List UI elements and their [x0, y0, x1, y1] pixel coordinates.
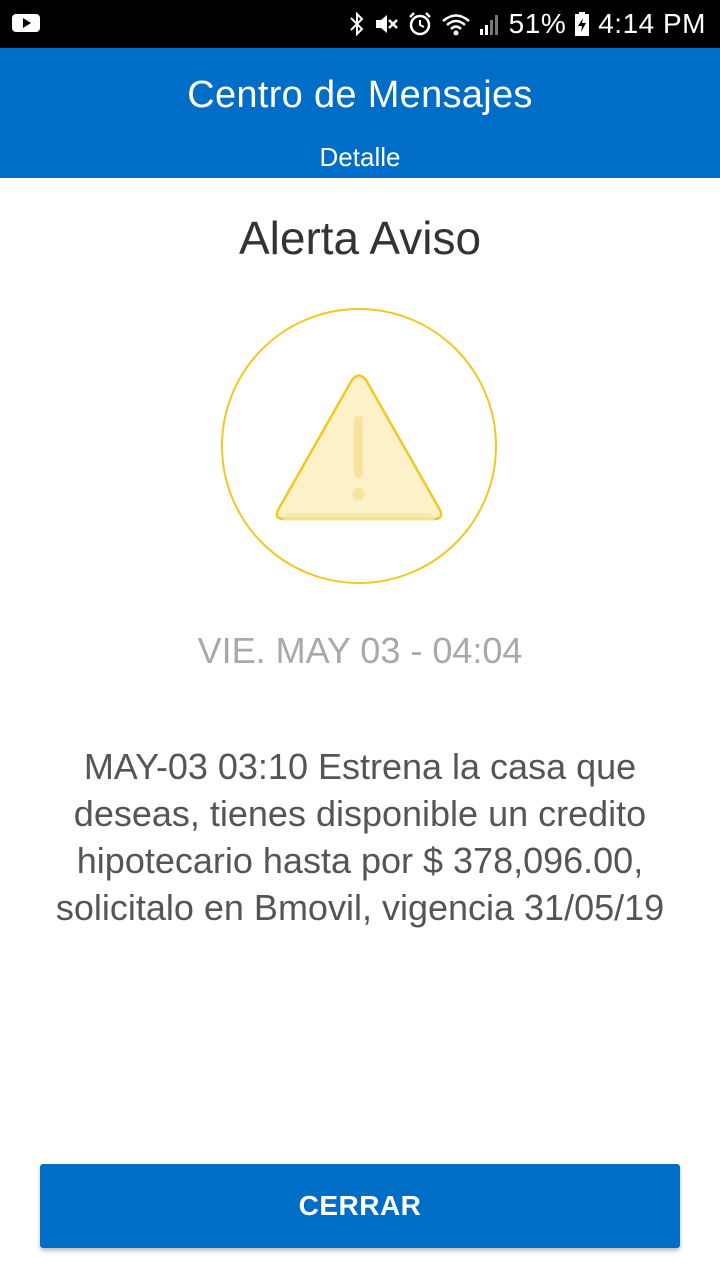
status-icons: 51% 4:14 PM [349, 0, 706, 48]
message-body: MAY-03 03:10 Estrena la casa que deseas,… [55, 746, 665, 928]
alarm-icon [407, 11, 433, 37]
clock: 4:14 PM [598, 8, 706, 39]
battery-percent: 51% [508, 8, 567, 39]
wifi-icon [441, 11, 471, 37]
header-title: Centro de Mensajes [187, 74, 533, 116]
battery-icon [574, 11, 590, 37]
alert-title: Alerta Aviso [238, 212, 482, 264]
warning-icon [221, 308, 497, 584]
message-timestamp: VIE. MAY 03 - 04:04 [197, 630, 523, 671]
app-header: Centro de Mensajes Detalle [0, 48, 720, 178]
header-subtitle: Detalle [319, 142, 401, 172]
signal-icon [479, 11, 501, 37]
mute-icon [373, 11, 399, 37]
close-button[interactable]: CERRAR [40, 1164, 680, 1248]
bluetooth-icon [349, 11, 365, 37]
youtube-notification-icon [12, 12, 40, 34]
status-bar: 51% 4:14 PM [0, 0, 720, 48]
